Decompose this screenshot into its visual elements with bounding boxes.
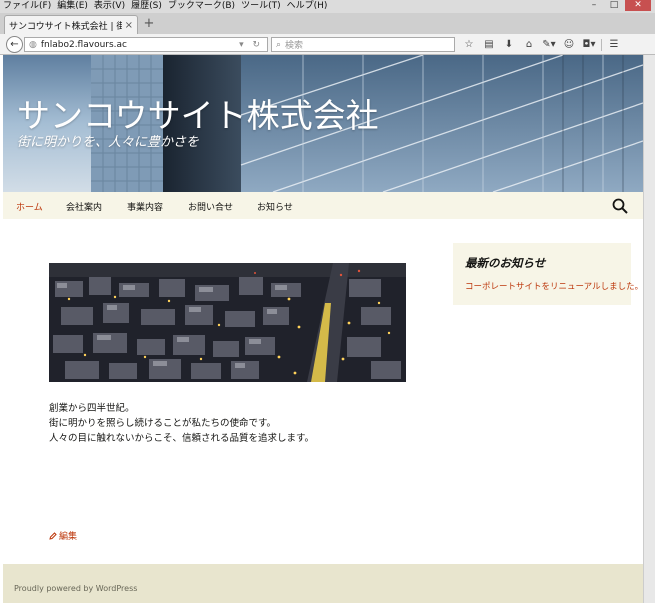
menu-view[interactable]: 表示(V) [91,0,128,13]
browser-menubar: ファイル(F) 編集(E) 表示(V) 履歴(S) ブックマーク(B) ツール(… [0,0,655,13]
recent-news-widget: 最新のお知らせ コーポレートサイトをリニューアルしました。 [453,243,643,305]
city-night-photo [49,263,406,382]
main-navigation: ホーム 会社案内 事業内容 お問い合せ お知らせ [3,192,643,219]
news-link[interactable]: コーポレートサイトをリニューアルしました。 [465,280,643,292]
addon-icon[interactable]: ✎▾ [541,37,557,52]
edit-link[interactable]: 編集 [49,529,77,542]
search-icon: ⌕ [276,39,282,50]
entry-line-3: 人々の目に触れないからこそ、信頼される品質を追求します。 [49,433,315,444]
toolbar-separator [601,38,602,51]
site-footer: Proudly powered by WordPress [3,564,643,603]
tab-close-icon[interactable]: × [125,20,133,31]
browser-toolbar: ☆ ▤ ⬇ ⌂ ✎▾ ☺ ◘▾ ☰ [461,37,622,52]
entry-content: 創業から四半世紀。 街に明かりを照らし続けることが私たちの使命です。 人々の目に… [49,401,409,446]
site-tagline: 街に明かりを、人々に豊かさを [17,135,200,150]
page-side-margin [643,55,655,603]
pencil-icon [49,531,57,540]
reading-list-icon[interactable]: ▤ [481,37,497,52]
minimize-icon[interactable]: – [585,0,603,11]
url-text: fnlabo2.flavours.ac [40,39,127,50]
close-window-icon[interactable]: ✕ [625,0,651,11]
menu-help[interactable]: ヘルプ(H) [284,0,331,13]
menu-tools[interactable]: ツール(T) [238,0,284,13]
bookmark-star-icon[interactable]: ☆ [461,37,477,52]
menu-file[interactable]: ファイル(F) [0,0,54,13]
widget-title: 最新のお知らせ [465,256,546,270]
screenshot-icon[interactable]: ◘▾ [581,37,597,52]
menu-bookmarks[interactable]: ブックマーク(B) [165,0,238,13]
browser-search-bar[interactable]: ⌕ 検索 [271,37,455,52]
menu-history[interactable]: 履歴(S) [128,0,165,13]
home-icon[interactable]: ⌂ [521,37,537,52]
chat-icon[interactable]: ☺ [561,37,577,52]
nav-contact[interactable]: お問い合せ [188,200,233,213]
menu-edit[interactable]: 編集(E) [54,0,91,13]
nav-news[interactable]: お知らせ [257,200,293,213]
hamburger-menu-icon[interactable]: ☰ [606,37,622,52]
nav-services[interactable]: 事業内容 [127,200,163,213]
site-header: サンコウサイト株式会社 街に明かりを、人々に豊かさを [3,55,643,192]
featured-image [49,263,406,382]
search-icon[interactable] [612,198,628,214]
nav-home[interactable]: ホーム [16,200,43,213]
window-controls: – □ ✕ [585,0,651,13]
entry-line-1: 創業から四半世紀。 [49,403,135,414]
back-button[interactable]: ← [6,36,23,53]
nav-company[interactable]: 会社案内 [66,200,102,213]
reload-icon[interactable]: ▾ ↻ [239,40,263,50]
site-info-icon[interactable]: ◍ [29,40,37,50]
entry-line-2: 街に明かりを照らし続けることが私たちの使命です。 [49,418,277,429]
search-placeholder: 検索 [285,41,304,51]
download-icon[interactable]: ⬇ [501,37,517,52]
site-title[interactable]: サンコウサイト株式会社 [17,89,379,137]
url-bar[interactable]: ◍ fnlabo2.flavours.ac ▾ ↻ [24,37,268,52]
browser-tab-active[interactable]: サンコウサイト株式会社 | 街に明... × [4,15,138,34]
web-page: サンコウサイト株式会社 街に明かりを、人々に豊かさを ホーム 会社案内 事業内容… [3,55,643,603]
new-tab-button[interactable]: + [142,16,156,32]
tab-strip: サンコウサイト株式会社 | 街に明... × + [0,13,655,34]
maximize-icon[interactable]: □ [605,0,623,11]
footer-credit[interactable]: Proudly powered by WordPress [14,584,137,593]
tab-title: サンコウサイト株式会社 | 街に明... [9,21,122,32]
browser-navbar: ← ◍ fnlabo2.flavours.ac ▾ ↻ ⌕ 検索 ☆ ▤ ⬇ ⌂… [0,34,655,55]
edit-link-label: 編集 [59,532,78,542]
